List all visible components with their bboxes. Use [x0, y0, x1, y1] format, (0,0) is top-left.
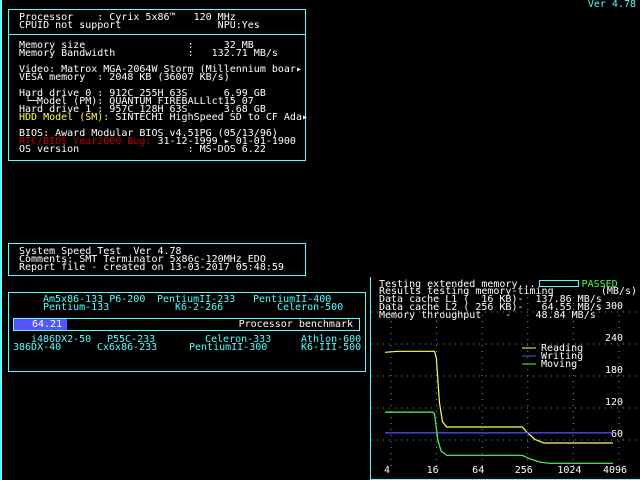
memory-test-panel: 60 120 180 240 300 4 16 64 256 1024 4096 Reading Wri… [370, 277, 640, 480]
report-panel: System Speed Test Ver 4.78 Comments: SMT… [8, 243, 306, 276]
bench-ref: 386DX-40 [13, 342, 62, 353]
benchmark-bar: 64.21 Processor benchmark [13, 318, 360, 331]
unit-label: (MB/s) [600, 286, 637, 297]
version-label: Ver 4.78 [587, 0, 636, 10]
y-tick-label: 60 [611, 429, 623, 440]
hdd-model-label: HDD Model (SM): [19, 112, 110, 123]
bench-ref: Cx6x86-233 [97, 342, 158, 353]
bench-ref: PentiumII-300 [189, 342, 268, 353]
memory-throughput: Memory throughput - 48.84 MB/s [379, 310, 596, 321]
series-moving [385, 411, 613, 464]
os-version: OS version : MS-DOS 6.22 [19, 144, 266, 155]
screen-edge [0, 0, 2, 480]
x-tick-label: 64 [472, 465, 484, 476]
system-info-panel: Processor : Cyrix 5x86™ 120 MHz CPUID no… [8, 9, 308, 161]
memory-bandwidth: Memory Bandwidth : 132.71 MB/s [19, 48, 278, 59]
y-tick-label: 120 [605, 397, 623, 408]
bench-ref: Pentium-133 [43, 302, 110, 313]
benchmark-panel: Am5x86-133 P6-200 Pentium-133 PentiumII-… [8, 292, 366, 372]
y-tick-label: 240 [605, 333, 623, 344]
benchmark-score: 64.21 [32, 319, 63, 330]
x-tick-label: 4096 [603, 465, 627, 476]
series-reading [384, 350, 613, 444]
bench-ref: K6-2-266 [175, 302, 224, 313]
legend-label: Moving [541, 359, 577, 370]
x-tick-label: 1024 [557, 465, 581, 476]
vesa-memory: VESA memory : 2048 KB (36007 KB/s) [19, 72, 230, 83]
report-created: Report file - created on 13-03-2017 05:4… [19, 262, 284, 273]
y-tick-label: 180 [605, 365, 623, 376]
hdd-model-value: SINTECHI HighSpeed SD to CF Ada▸ [109, 112, 308, 123]
divider [9, 34, 305, 35]
x-tick-label: 16 [427, 465, 439, 476]
x-tick-label: 4 [384, 465, 390, 476]
benchmark-label: Processor benchmark [238, 319, 353, 330]
bench-ref: Celeron-500 [277, 302, 344, 313]
cpuid: CPUID not support NPU:Yes [19, 20, 260, 31]
x-tick-label: 256 [515, 465, 533, 476]
bench-ref: K6-III-500 [301, 342, 362, 353]
